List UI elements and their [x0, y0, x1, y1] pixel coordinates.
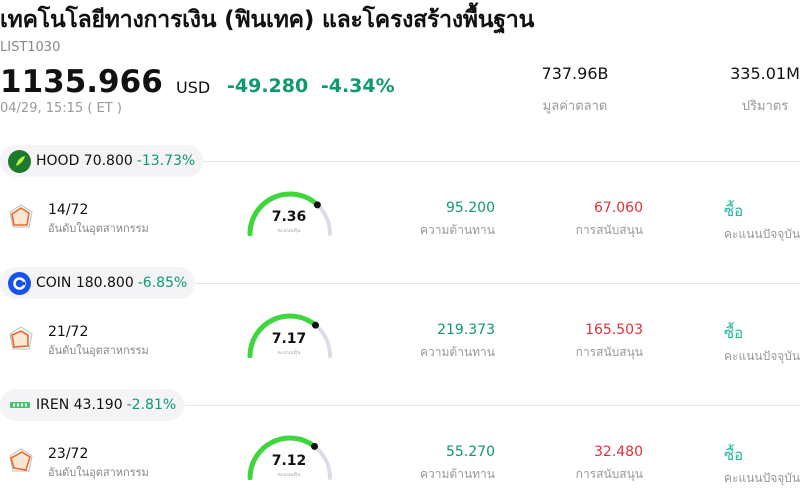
signal-label: คะแนนปัจจุบัน	[724, 471, 800, 485]
score-caption: คะแนนหุ้น	[277, 472, 301, 478]
robinhood-feather-icon	[8, 149, 31, 173]
resistance-value: 95.200	[446, 200, 495, 216]
resistance-value: 219.373	[437, 322, 495, 338]
buy-signal[interactable]: ซื้อ	[724, 199, 743, 223]
stock-header-iren[interactable]: IREN 43.190 -2.81%	[0, 389, 185, 421]
resistance-label: ความต้านทาน	[420, 345, 495, 359]
support-label: การสนับสนุน	[575, 345, 643, 359]
ticker-price: HOOD 70.800	[36, 153, 133, 169]
stock-pill[interactable]: IREN 43.190 -2.81%	[0, 389, 185, 421]
gauge-indicator	[312, 321, 319, 329]
ticker-change: -6.85%	[137, 275, 188, 291]
radar-icon	[9, 326, 33, 350]
industry-rank-label: อันดับในอุตสาหกรรม	[48, 344, 149, 357]
market-cap-label: มูลค่าตลาด	[542, 99, 608, 114]
support-value: 32.480	[594, 444, 643, 460]
support-label: การสนับสนุน	[575, 467, 643, 481]
page-title: เทคโนโลยีทางการเงิน (ฟินเทค) และโครงสร้า…	[0, 7, 535, 33]
score-value: 7.12	[271, 453, 307, 469]
stock-header-hood[interactable]: HOOD 70.800 -13.73%	[0, 145, 204, 177]
stock-header-coin[interactable]: COIN 180.800 -6.85%	[0, 267, 196, 299]
industry-rank-label: อันดับในอุตสาหกรรม	[48, 222, 149, 235]
industry-rank-label: อันดับในอุตสาหกรรม	[48, 466, 149, 479]
support-label: การสนับสนุน	[575, 223, 643, 237]
signal-label: คะแนนปัจจุบัน	[724, 227, 800, 241]
iren-logo-icon	[8, 394, 31, 417]
ticker-change: -2.81%	[126, 397, 177, 413]
radar-icon	[9, 204, 33, 228]
market-cap-value: 737.96B	[541, 64, 609, 83]
market-cap-stat: 737.96B มูลค่าตลาด	[515, 64, 635, 116]
buy-signal[interactable]: ซื้อ	[724, 321, 743, 345]
change-value: -49.280	[227, 75, 309, 97]
index-price: 1135.966	[0, 64, 163, 100]
timestamp: 04/29, 15:15 ( ET )	[0, 101, 122, 116]
resistance-label: ความต้านทาน	[420, 467, 495, 481]
support-value: 67.060	[594, 200, 643, 216]
gauge-indicator	[311, 442, 319, 450]
industry-rank: 14/72	[48, 202, 89, 218]
score-caption: คะแนนหุ้น	[277, 350, 301, 356]
radar-icon	[9, 448, 33, 472]
buy-signal[interactable]: ซื้อ	[724, 443, 743, 467]
divider	[185, 405, 800, 406]
currency: USD	[176, 78, 211, 97]
industry-rank: 21/72	[48, 324, 89, 340]
score-caption: คะแนนหุ้น	[277, 228, 301, 234]
divider	[195, 283, 800, 284]
ticker-change: -13.73%	[136, 153, 196, 169]
price-change: -49.280 -4.34%	[227, 75, 395, 97]
stock-pill[interactable]: HOOD 70.800 -13.73%	[0, 145, 204, 177]
volume-value: 335.01M	[730, 64, 800, 83]
stock-pill[interactable]: COIN 180.800 -6.85%	[0, 267, 196, 299]
ticker-price: COIN 180.800	[36, 275, 134, 291]
coinbase-c-icon	[8, 271, 31, 295]
score-value: 7.36	[271, 209, 307, 225]
score-value: 7.17	[271, 331, 307, 347]
volume-stat: 335.01M ปริมาตร	[705, 64, 800, 116]
support-value: 165.503	[585, 322, 643, 338]
signal-label: คะแนนปัจจุบัน	[724, 349, 800, 363]
ticker-price: IREN 43.190	[36, 397, 123, 413]
volume-label: ปริมาตร	[741, 99, 789, 114]
industry-rank: 23/72	[48, 446, 89, 462]
resistance-label: ความต้านทาน	[420, 223, 495, 237]
change-percent: -4.34%	[320, 75, 395, 97]
divider	[203, 161, 800, 162]
list-code: LIST1030	[0, 40, 61, 55]
resistance-value: 55.270	[446, 444, 495, 460]
gauge-indicator	[313, 201, 321, 209]
